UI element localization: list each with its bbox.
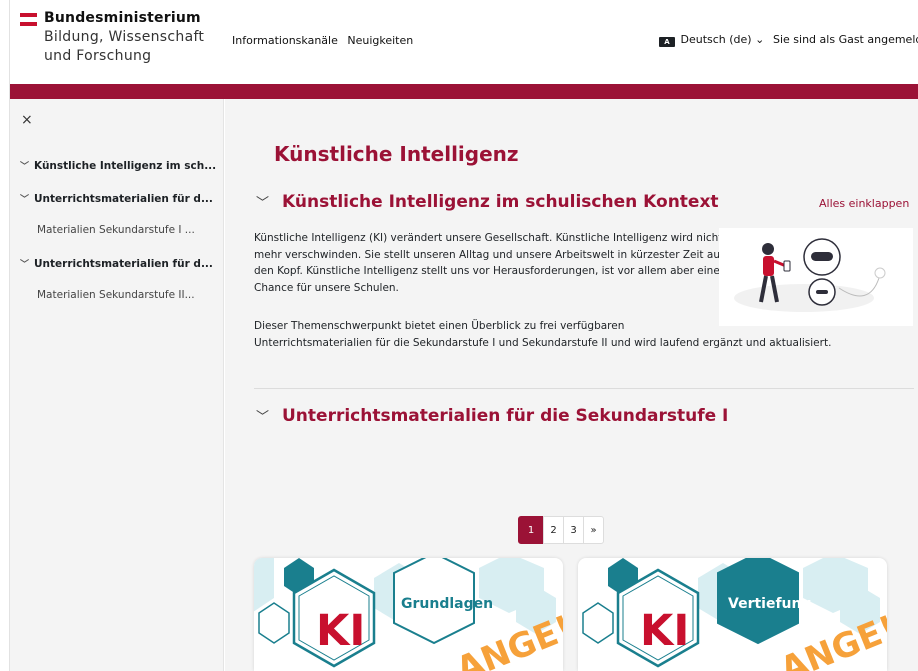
main-content: Künstliche Intelligenz ﹀ Künstliche Intel… — [225, 99, 918, 671]
hexagon-pattern-graphic: ANGE! — [582, 558, 887, 671]
robot-illustration — [719, 228, 913, 326]
guest-login-status: Sie sind als Gast angemeldet — [773, 33, 918, 46]
brand-color-bar — [10, 84, 918, 99]
site-header: Bundesministerium Bildung, Wissenschaft … — [10, 0, 918, 84]
paragraph-line: mehr verschwinden. Sie stellt unseren Al… — [254, 248, 724, 261]
left-edge-bar — [0, 0, 10, 671]
chevron-down-icon: ﹀ — [20, 260, 30, 270]
drawer-activity-sek1[interactable]: Materialien Sekundarstufe I ... — [37, 224, 195, 236]
drawer-item-label: Unterrichtsmaterialien für d... — [34, 193, 213, 205]
hexagon-pattern-graphic: ANGE! — [254, 558, 563, 671]
overview-paragraph: Dieser Themenschwerpunkt bietet einen Üb… — [254, 318, 894, 351]
section-divider — [254, 388, 914, 389]
drawer-section-sek2[interactable]: ﹀ Unterrichtsmaterialien für d... — [20, 257, 213, 270]
card-ki-label: KI — [640, 606, 690, 656]
collapse-all-link[interactable]: Alles einklappen — [819, 197, 909, 210]
course-index-drawer: × ﹀ Künstliche Intelligenz im sch... ﹀ Unt… — [10, 99, 224, 671]
page-title: Künstliche Intelligenz — [274, 142, 519, 166]
close-drawer-icon[interactable]: × — [21, 112, 33, 128]
section-title: Künstliche Intelligenz im schulischen Ko… — [282, 192, 719, 212]
card-ki-label: KI — [316, 606, 366, 656]
intro-paragraph: Künstliche Intelligenz (KI) verändert un… — [254, 230, 724, 296]
page-1-button[interactable]: 1 — [518, 516, 544, 544]
section-title: Unterrichtsmaterialien für die Sekundars… — [282, 406, 729, 426]
section-ki-kontext-toggle[interactable]: ﹀ Künstliche Intelligenz im schulischen K… — [256, 192, 719, 212]
logo-line-2: Bildung, Wissenschaft — [44, 29, 205, 45]
drawer-item-label: Künstliche Intelligenz im sch... — [34, 160, 217, 172]
card-title: Vertiefung — [728, 596, 812, 612]
paragraph-line: Chance für unsere Schulen. — [254, 281, 399, 294]
page-3-button[interactable]: 3 — [563, 516, 584, 544]
course-card-grundlagen[interactable]: ANGE! KI Grundlagen — [254, 558, 563, 671]
nav-neuigkeiten[interactable]: Neuigkeiten — [347, 34, 413, 47]
pagination: 1 2 3 » — [518, 516, 604, 544]
chevron-down-icon: ﹀ — [20, 162, 30, 172]
drawer-section-sek1[interactable]: ﹀ Unterrichtsmaterialien für d... — [20, 192, 213, 205]
logo-line-3: und Forschung — [44, 48, 152, 64]
paragraph-line: Dieser Themenschwerpunkt bietet einen Üb… — [254, 320, 625, 332]
section-sek1-toggle[interactable]: ﹀ Unterrichtsmaterialien für die Sekundar… — [256, 406, 728, 426]
language-label: Deutsch (de) — [680, 33, 752, 46]
logo-line-1: Bundesministerium — [44, 10, 201, 26]
paragraph-line: den Kopf. Künstliche Intelligenz stellt … — [254, 265, 720, 277]
chevron-down-icon: ﹀ — [256, 410, 270, 425]
paragraph-line: Unterrichtsmaterialien für die Sekundars… — [254, 336, 832, 349]
drawer-item-label: Unterrichtsmaterialien für d... — [34, 258, 213, 270]
course-card-vertiefung[interactable]: ANGE! KI Vertiefung — [578, 558, 887, 671]
next-page-button[interactable]: » — [583, 516, 604, 544]
page-2-button[interactable]: 2 — [543, 516, 564, 544]
primary-nav: Informationskanäle Neuigkeiten — [232, 34, 419, 47]
drawer-activity-sek2[interactable]: Materialien Sekundarstufe II... — [37, 289, 195, 301]
paragraph-line: Künstliche Intelligenz (KI) verändert un… — [254, 232, 723, 244]
chevron-down-icon: ﹀ — [256, 196, 270, 211]
austria-flag-icon — [20, 13, 37, 26]
language-menu[interactable]: A Deutsch (de) ⌄ — [659, 33, 764, 47]
nav-informationskanaele[interactable]: Informationskanäle — [232, 34, 338, 47]
language-icon: A — [659, 37, 675, 47]
drawer-section-ki-kontext[interactable]: ﹀ Künstliche Intelligenz im sch... — [20, 159, 216, 172]
card-title: Grundlagen — [401, 596, 494, 612]
chevron-down-icon: ⌄ — [755, 33, 765, 46]
chevron-down-icon: ﹀ — [20, 195, 30, 205]
